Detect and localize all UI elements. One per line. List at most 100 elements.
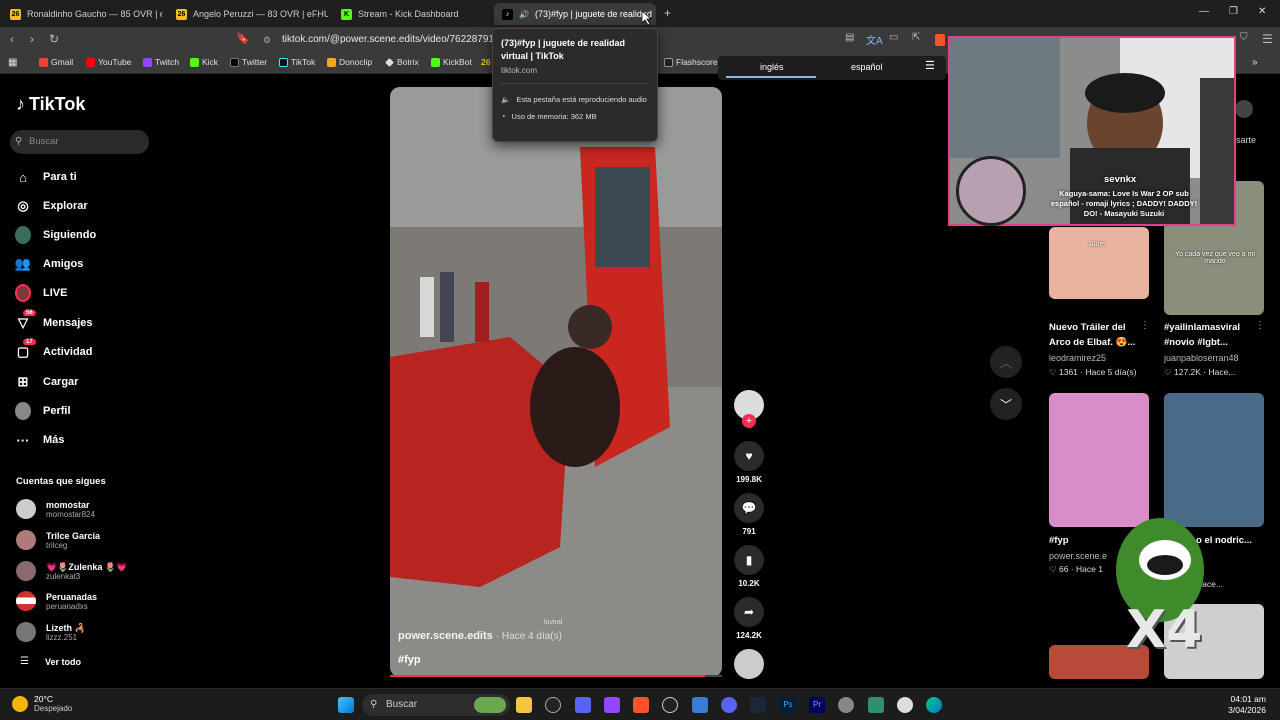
- see-all-link[interactable]: ☰ Ver todo: [16, 656, 81, 667]
- reader-mode-icon[interactable]: ▤: [845, 32, 854, 43]
- brave-icon[interactable]: [633, 697, 649, 713]
- like-button[interactable]: ♥ 199.8K: [734, 441, 764, 484]
- previous-video-button[interactable]: ︿: [990, 346, 1022, 378]
- vpn-shield-icon[interactable]: ⛉: [1240, 32, 1248, 43]
- bookmark-youtube[interactable]: YouTube: [86, 57, 131, 67]
- share-page-icon[interactable]: ⇱: [912, 32, 920, 43]
- bookmark-twitch[interactable]: Twitch: [143, 57, 179, 67]
- tiktok-logo[interactable]: ♪ TikTok: [16, 94, 85, 115]
- following-account[interactable]: momostar momostar824: [16, 499, 95, 519]
- restore-icon[interactable]: ❐: [1229, 6, 1238, 17]
- card-title[interactable]: Nuevo Tráiler del Arco de Elbaf. 😍...: [1049, 320, 1149, 350]
- steam-icon[interactable]: [750, 697, 766, 713]
- nav-cargar[interactable]: ⊞ Cargar: [15, 374, 79, 390]
- minimize-icon[interactable]: —: [1199, 6, 1209, 17]
- video-caption[interactable]: #fyp: [398, 654, 421, 666]
- nav-live[interactable]: LIVE: [15, 284, 67, 302]
- more-options-icon[interactable]: ⋮: [1255, 320, 1265, 331]
- forward-icon[interactable]: ›: [30, 32, 34, 46]
- nav-perfil[interactable]: Perfil: [15, 402, 71, 420]
- back-icon[interactable]: ‹: [10, 32, 14, 46]
- translate-source-tab[interactable]: inglés: [760, 62, 784, 72]
- nav-mensajes[interactable]: ▽ 56 Mensajes: [15, 310, 93, 331]
- following-account[interactable]: Trilce García trilceg: [16, 530, 100, 550]
- menu-icon[interactable]: ☰: [1262, 32, 1273, 46]
- following-account[interactable]: Lizeth 🦂 lizzz.251: [16, 622, 86, 642]
- video-thumbnail[interactable]: [1164, 393, 1264, 527]
- more-options-icon[interactable]: ⋮: [1140, 320, 1150, 331]
- partial-label: sarte: [1236, 135, 1257, 145]
- close-window-icon[interactable]: ✕: [1258, 6, 1266, 17]
- cast-icon[interactable]: ▭: [889, 32, 898, 43]
- app-icon[interactable]: [575, 697, 591, 713]
- follow-plus-icon[interactable]: +: [742, 414, 756, 428]
- calculator-icon[interactable]: [692, 697, 708, 713]
- card-user[interactable]: leodramirez25: [1049, 353, 1106, 363]
- card-title[interactable]: #yailinlamasviral #novio #lgbt...: [1164, 320, 1264, 350]
- nav-para-ti[interactable]: ⌂ Para ti: [15, 169, 77, 185]
- share-button[interactable]: ➦ 124.2K: [734, 597, 764, 640]
- video-thumbnail[interactable]: [1049, 393, 1149, 527]
- following-account[interactable]: 💗🌷Zulenka 🌷💗 zulenkat3: [16, 561, 127, 581]
- browser-tab[interactable]: 26 Angelo Peruzzi — 83 OVR | eFHUB: [168, 3, 328, 25]
- obs-icon[interactable]: [545, 697, 561, 713]
- bookmark-flashscore[interactable]: Flashscore: [664, 57, 718, 67]
- reload-icon[interactable]: ↻: [49, 32, 59, 46]
- photoshop-icon[interactable]: Ps: [780, 697, 796, 713]
- brave-shield-icon[interactable]: [935, 34, 945, 46]
- file-explorer-icon[interactable]: [516, 697, 532, 713]
- browser-tab[interactable]: K Stream - Kick Dashboard: [333, 3, 493, 25]
- bookmark-kick[interactable]: Kick: [190, 57, 218, 67]
- bookmark-page-icon[interactable]: 🔖: [236, 32, 250, 45]
- card-user[interactable]: juanpabloserran48: [1164, 353, 1239, 363]
- card-user[interactable]: power.scene.e: [1049, 551, 1107, 561]
- audio-icon[interactable]: 🔊: [519, 10, 529, 19]
- nav-mas[interactable]: ··· Más: [15, 432, 65, 448]
- browser-tab[interactable]: 26 Ronaldinho Gaucho — 85 OVR | eFH: [2, 3, 162, 25]
- bookmark-botrix[interactable]: Botrix: [385, 57, 419, 67]
- comment-button[interactable]: 💬 791: [734, 493, 764, 536]
- translate-target-tab[interactable]: español: [851, 62, 883, 72]
- bookmarks-overflow-icon[interactable]: »: [1252, 57, 1258, 68]
- search-input[interactable]: ⚲ Buscar: [10, 130, 149, 154]
- translate-menu-icon[interactable]: ☰: [925, 59, 935, 72]
- premiere-icon[interactable]: Pr: [809, 697, 825, 713]
- video-player[interactable]: power.scene.edits · Hace 4 día(s) lovira…: [390, 87, 722, 677]
- media-player-icon[interactable]: [897, 697, 913, 713]
- nav-explorar[interactable]: ◎ Explorar: [15, 198, 87, 214]
- notepad-icon[interactable]: [868, 697, 884, 713]
- save-button[interactable]: ▮ 10.2K: [734, 545, 764, 588]
- next-video-button[interactable]: ﹀: [990, 388, 1022, 420]
- author-avatar[interactable]: +: [734, 390, 764, 428]
- bookmark-efhub[interactable]: 26: [481, 57, 490, 67]
- bookmark-gmail[interactable]: Gmail: [39, 57, 73, 67]
- avatar[interactable]: [1235, 100, 1253, 118]
- edge-icon[interactable]: [926, 697, 942, 713]
- start-icon[interactable]: [338, 697, 354, 713]
- video-thumbnail[interactable]: Aure:: [1049, 227, 1149, 299]
- following-account[interactable]: Peruanadas peruanadxs: [16, 591, 97, 611]
- app-icon[interactable]: [604, 697, 620, 713]
- apps-grid-icon[interactable]: ▦: [8, 57, 17, 68]
- music-disc-button[interactable]: [734, 649, 764, 679]
- app-icon[interactable]: [662, 697, 678, 713]
- translate-icon[interactable]: 文A: [866, 32, 883, 47]
- discord-icon[interactable]: [721, 697, 737, 713]
- system-clock[interactable]: 04:01 am 3/04/2026: [1228, 694, 1266, 716]
- new-tab-icon[interactable]: +: [664, 6, 671, 20]
- tab-audio-info: 🔈 Esta pestaña está reproduciendo audio: [501, 95, 647, 104]
- nav-actividad[interactable]: ▢ 17 Actividad: [15, 339, 93, 360]
- nav-amigos[interactable]: 👥 Amigos: [15, 256, 83, 272]
- video-author[interactable]: power.scene.edits · Hace 4 día(s): [398, 630, 562, 642]
- weather-widget[interactable]: 20°C Despejado: [12, 694, 72, 713]
- bookmark-kickbot[interactable]: KickBot: [431, 57, 472, 67]
- site-info-icon[interactable]: ⚙: [263, 31, 271, 49]
- nav-siguiendo[interactable]: Siguiendo: [15, 226, 96, 244]
- video-progress-bar[interactable]: [390, 675, 722, 677]
- browser-tab-active[interactable]: ♪ 🔊 (73)#fyp | juguete de realidad ✕: [494, 3, 656, 25]
- settings-icon[interactable]: [838, 697, 854, 713]
- bookmark-donoclip[interactable]: Donoclip: [327, 57, 372, 67]
- bookmark-twitter[interactable]: Twitter: [230, 57, 267, 67]
- bookmark-tiktok[interactable]: TikTok: [279, 57, 315, 67]
- search-highlight-icon[interactable]: [474, 697, 506, 713]
